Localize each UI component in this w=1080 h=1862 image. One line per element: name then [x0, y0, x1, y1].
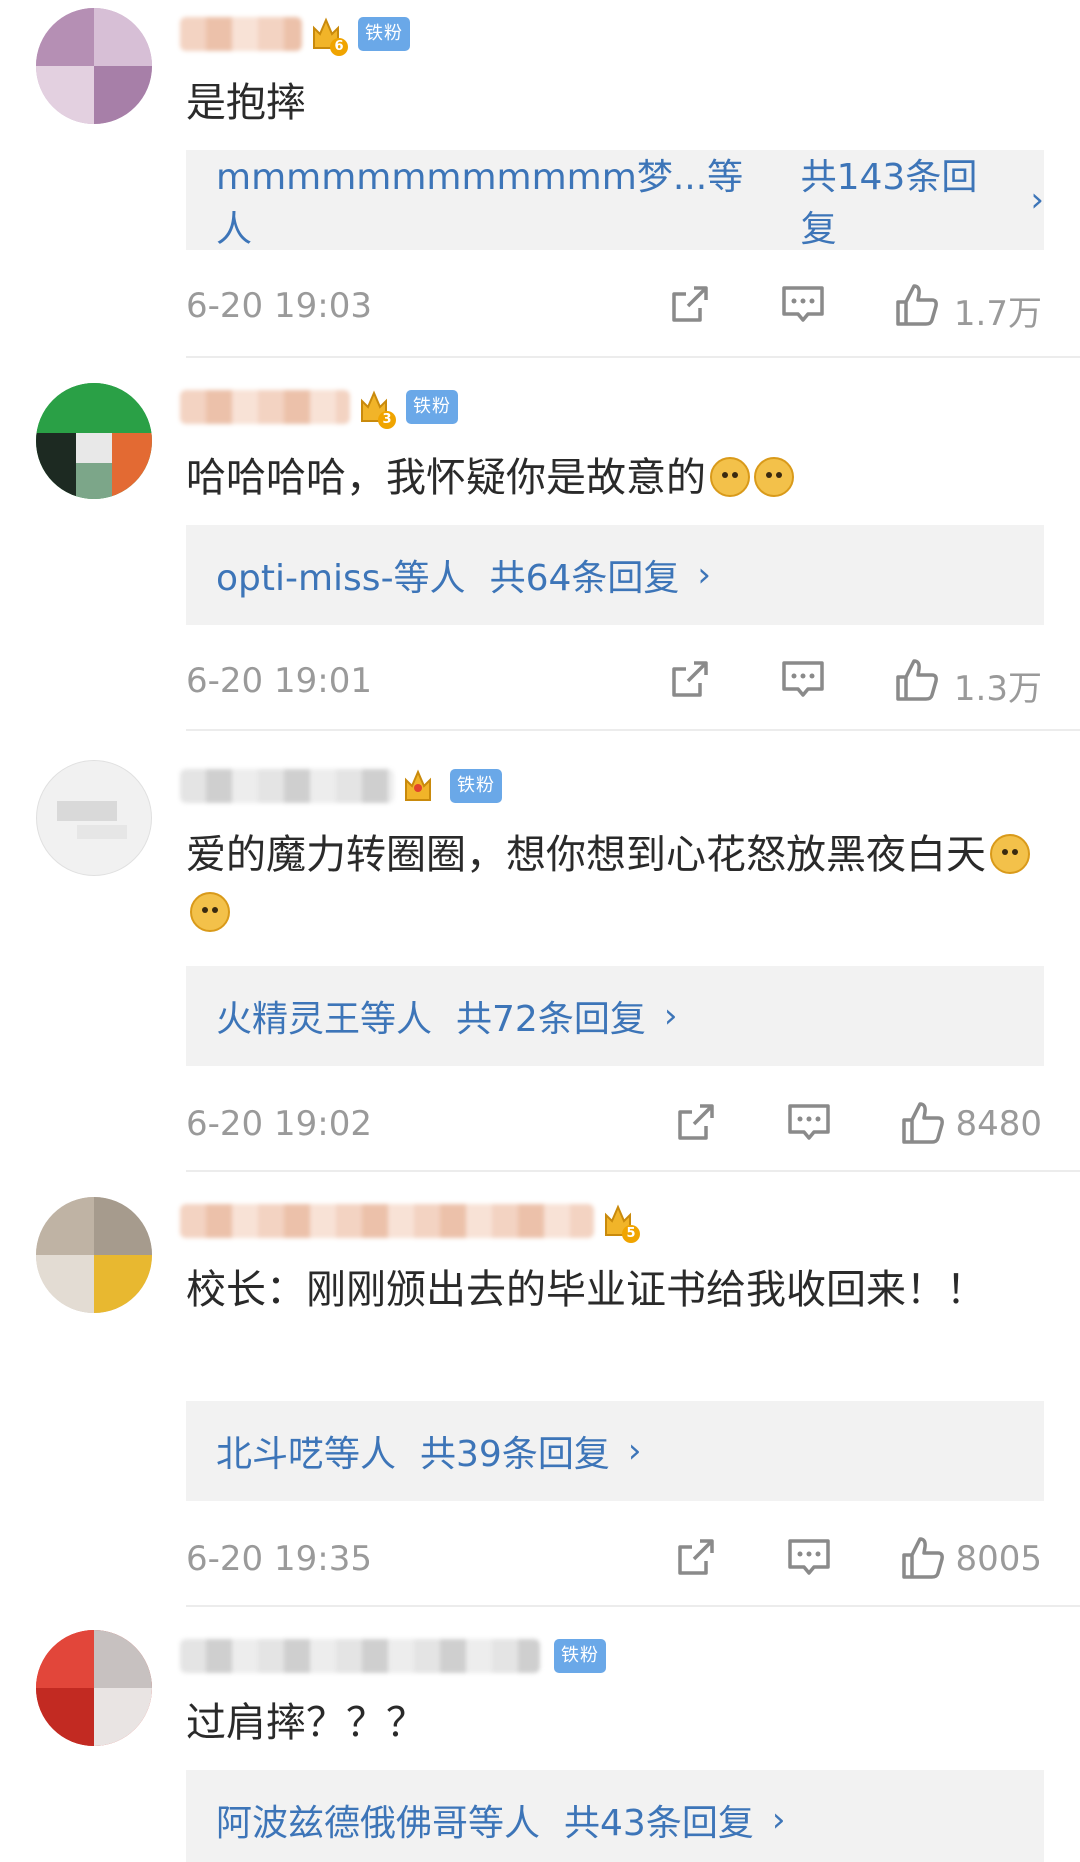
- username-blurred[interactable]: [180, 769, 394, 803]
- divider: [186, 1170, 1080, 1172]
- username-blurred[interactable]: [180, 1204, 594, 1238]
- crown-icon: [405, 769, 431, 801]
- username-blurred[interactable]: [180, 1639, 540, 1673]
- comment-meta: 6-20 19:01 1.3万: [186, 651, 1046, 711]
- like-count: 8005: [955, 1539, 1042, 1579]
- like-count: 1.3万: [953, 669, 1042, 709]
- reply-from: 火精灵王等人: [216, 999, 433, 1040]
- timestamp: 6-20 19:02: [186, 1104, 372, 1144]
- level-number: 3: [378, 411, 396, 429]
- doge-emoji-icon: [754, 457, 794, 497]
- reply-summary[interactable]: 北斗呓等人 共39条回复 ›: [186, 1401, 1044, 1501]
- level-badge: 3: [356, 385, 396, 429]
- reply-total: 共64条回复: [489, 558, 680, 599]
- like-count: 1.7万: [953, 294, 1042, 334]
- chevron-right-icon: ›: [627, 1431, 642, 1471]
- username-blurred[interactable]: [180, 17, 302, 51]
- comment-text-body: 爱的魔力转圈圈，想你想到心花怒放黑夜白天: [186, 832, 986, 878]
- reply-summary[interactable]: opti-miss-等人 共64条回复 ›: [186, 525, 1044, 625]
- comment-text: 过肩摔？？？: [186, 1700, 426, 1746]
- fan-badge: 铁粉: [358, 17, 410, 51]
- chevron-right-icon: ›: [1030, 180, 1044, 220]
- thumbs-up-icon[interactable]: [898, 1533, 948, 1583]
- avatar[interactable]: [36, 8, 152, 124]
- divider: [186, 356, 1080, 358]
- comment-icon[interactable]: [784, 1098, 834, 1148]
- comment-text: 爱的魔力转圈圈，想你想到心花怒放黑夜白天: [186, 826, 1046, 942]
- share-icon[interactable]: [670, 1098, 720, 1148]
- level-badge: 6: [308, 12, 348, 56]
- comment-icon[interactable]: [784, 1533, 834, 1583]
- fan-badge: 铁粉: [406, 390, 458, 424]
- chevron-right-icon: ›: [663, 996, 678, 1036]
- reply-summary[interactable]: 阿波兹德俄佛哥等人 共43条回复 ›: [186, 1770, 1044, 1862]
- level-number: 6: [330, 38, 348, 56]
- avatar[interactable]: [36, 1197, 152, 1313]
- comment-meta: 6-20 19:02 8480: [186, 1094, 1046, 1154]
- comment-text: 校长：刚刚颁出去的毕业证书给我收回来！！: [186, 1267, 986, 1313]
- fan-badge: 铁粉: [450, 769, 502, 803]
- comment-text: 是抱摔: [186, 80, 306, 126]
- avatar[interactable]: [36, 1630, 152, 1746]
- doge-emoji-icon: [190, 892, 230, 932]
- thumbs-up-icon[interactable]: [892, 655, 942, 705]
- divider: [186, 729, 1080, 731]
- level-badge: 5: [600, 1199, 640, 1243]
- share-icon[interactable]: [664, 655, 714, 705]
- divider: [186, 1605, 1080, 1607]
- thumbs-up-icon[interactable]: [892, 280, 942, 330]
- reply-total: 共43条回复: [564, 1803, 754, 1844]
- reply-total: 共39条回复: [420, 1434, 610, 1475]
- username-blurred[interactable]: [180, 390, 350, 424]
- chevron-right-icon: ›: [771, 1800, 786, 1840]
- reply-total: 共143条回复: [800, 157, 978, 250]
- share-icon[interactable]: [664, 280, 714, 330]
- avatar[interactable]: [36, 760, 152, 876]
- comment-text: 哈哈哈哈，我怀疑你是故意的: [186, 449, 1046, 507]
- timestamp: 6-20 19:01: [186, 661, 372, 701]
- fan-badge: 铁粉: [554, 1639, 606, 1673]
- reply-from: 北斗呓等人: [216, 1434, 397, 1475]
- doge-emoji-icon: [990, 834, 1030, 874]
- chevron-right-icon: ›: [697, 555, 711, 595]
- avatar[interactable]: [36, 383, 152, 499]
- reply-total: 共72条回复: [456, 999, 646, 1040]
- comment-icon[interactable]: [778, 655, 828, 705]
- reply-from: 阿波兹德俄佛哥等人: [216, 1803, 541, 1844]
- comment-feed: 6 铁粉 是抱摔 mmmmmmmmmmmm梦...等人 共143条回复 › 6-…: [0, 0, 1080, 1862]
- comment-icon[interactable]: [778, 280, 828, 330]
- reply-from: mmmmmmmmmmmm梦...等人: [216, 157, 744, 250]
- like-count: 8480: [955, 1104, 1042, 1144]
- share-icon[interactable]: [670, 1533, 720, 1583]
- timestamp: 6-20 19:03: [186, 286, 372, 326]
- level-badge: [400, 764, 436, 808]
- reply-from: opti-miss-等人: [216, 558, 466, 599]
- comment-meta: 6-20 19:35 8005: [186, 1529, 1046, 1589]
- reply-summary[interactable]: mmmmmmmmmmmm梦...等人 共143条回复 ›: [186, 150, 1044, 250]
- comment-meta: 6-20 19:03 1.7万: [186, 276, 1046, 336]
- level-number: 5: [622, 1225, 640, 1243]
- thumbs-up-icon[interactable]: [898, 1098, 948, 1148]
- reply-summary[interactable]: 火精灵王等人 共72条回复 ›: [186, 966, 1044, 1066]
- doge-emoji-icon: [710, 457, 750, 497]
- timestamp: 6-20 19:35: [186, 1539, 372, 1579]
- comment-text-body: 哈哈哈哈，我怀疑你是故意的: [186, 455, 706, 501]
